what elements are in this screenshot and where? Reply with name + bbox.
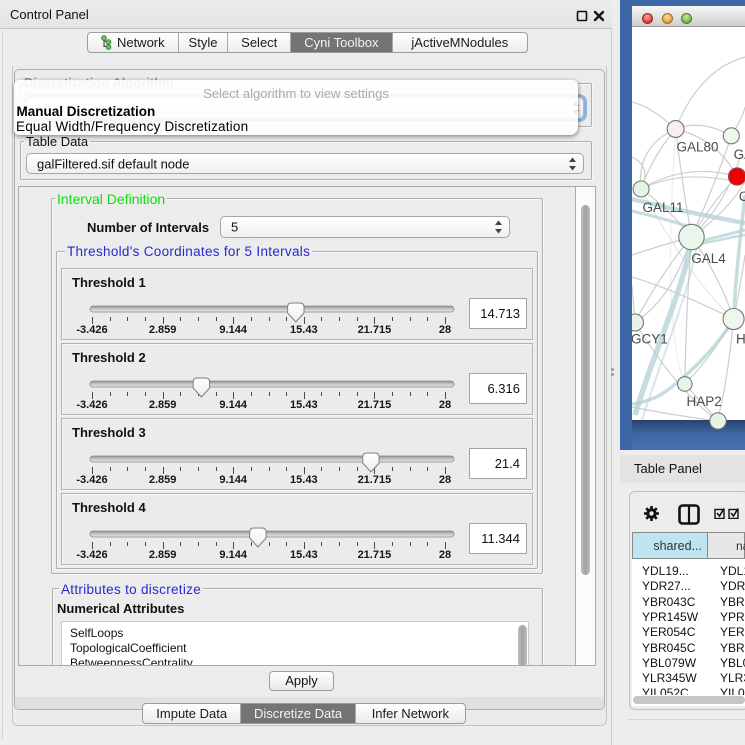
svg-text:GCY1: GCY1 — [631, 332, 668, 347]
svg-text:GA: GA — [734, 147, 745, 162]
svg-text:GAL4: GAL4 — [691, 251, 726, 266]
svg-text:GAL80: GAL80 — [677, 140, 719, 155]
svg-text:GAL11: GAL11 — [643, 200, 684, 215]
svg-text:CD: CD — [739, 189, 745, 204]
svg-text:HAP2: HAP2 — [687, 394, 722, 409]
svg-text:H: H — [736, 332, 745, 347]
